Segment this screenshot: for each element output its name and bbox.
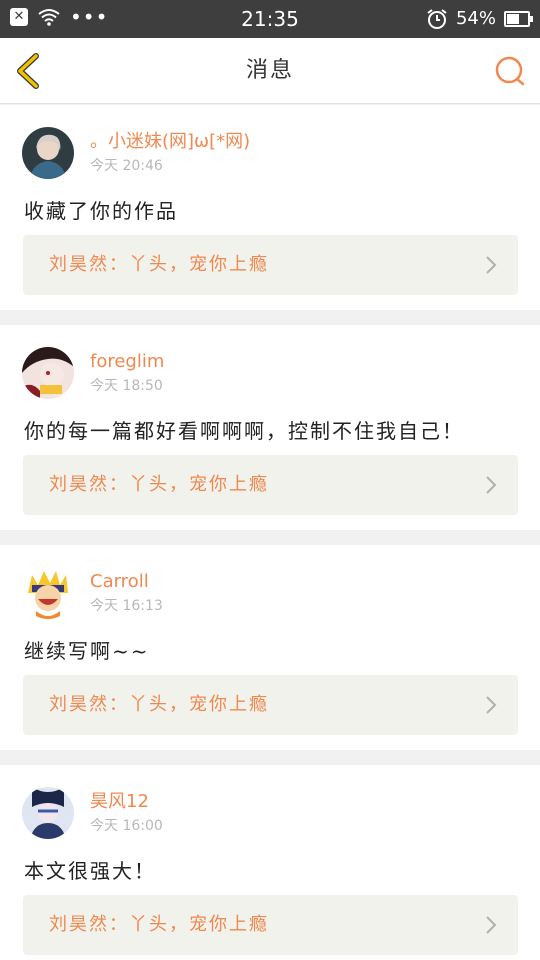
avatar[interactable]	[22, 567, 74, 619]
timestamp: 今天 16:00	[90, 818, 163, 834]
work-reference-title: 刘昊然：丫头，宠你上瘾	[49, 474, 269, 495]
message-card: Carroll 今天 16:13 继续写啊~~ 刘昊然：丫头，宠你上瘾	[0, 545, 540, 750]
status-right: 54%	[426, 7, 533, 31]
message-text: 收藏了你的作品	[24, 199, 178, 223]
avatar[interactable]	[22, 127, 74, 179]
avatar[interactable]	[22, 347, 74, 399]
work-reference[interactable]: 刘昊然：丫头，宠你上瘾	[23, 895, 518, 955]
battery-percent: 54%	[455, 8, 496, 29]
message-text: 本文很强大！	[24, 859, 156, 883]
chevron-right-icon	[486, 476, 497, 494]
work-reference[interactable]: 刘昊然：丫头，宠你上瘾	[23, 675, 518, 735]
timestamp: 今天 18:50	[90, 378, 163, 394]
chevron-right-icon	[486, 256, 497, 274]
username[interactable]: Carroll	[90, 571, 149, 593]
message-text: 你的每一篇都好看啊啊啊，控制不住我自己！	[24, 419, 464, 443]
avatar[interactable]	[22, 787, 74, 839]
username[interactable]: 昊风12	[90, 791, 149, 813]
page-title: 消息	[245, 58, 294, 83]
username[interactable]: foreglim	[90, 351, 164, 373]
chevron-right-icon	[486, 696, 497, 714]
message-text: 继续写啊~~	[24, 639, 150, 663]
alarm-icon	[427, 9, 447, 29]
work-reference-title: 刘昊然：丫头，宠你上瘾	[49, 694, 269, 715]
chevron-right-icon	[486, 916, 497, 934]
username[interactable]: 。小迷妹(网]ω[*网)	[90, 131, 250, 153]
work-reference[interactable]: 刘昊然：丫头，宠你上瘾	[23, 455, 518, 515]
work-reference[interactable]: 刘昊然：丫头，宠你上瘾	[23, 235, 518, 295]
status-bar: ✕ ••• 21:35 54%	[0, 0, 540, 38]
search-icon[interactable]	[492, 53, 528, 89]
nav-bar: 消息	[0, 38, 540, 104]
work-reference-title: 刘昊然：丫头，宠你上瘾	[49, 254, 269, 275]
message-card: foreglim 今天 18:50 你的每一篇都好看啊啊啊，控制不住我自己！ 刘…	[0, 325, 540, 530]
battery-icon	[504, 11, 533, 27]
timestamp: 今天 20:46	[90, 158, 163, 174]
message-card: 昊风12 今天 16:00 本文很强大！ 刘昊然：丫头，宠你上瘾	[0, 765, 540, 960]
work-reference-title: 刘昊然：丫头，宠你上瘾	[49, 914, 269, 935]
message-card: 。小迷妹(网]ω[*网) 今天 20:46 收藏了你的作品 刘昊然：丫头，宠你上…	[0, 105, 540, 310]
timestamp: 今天 16:13	[90, 598, 163, 614]
